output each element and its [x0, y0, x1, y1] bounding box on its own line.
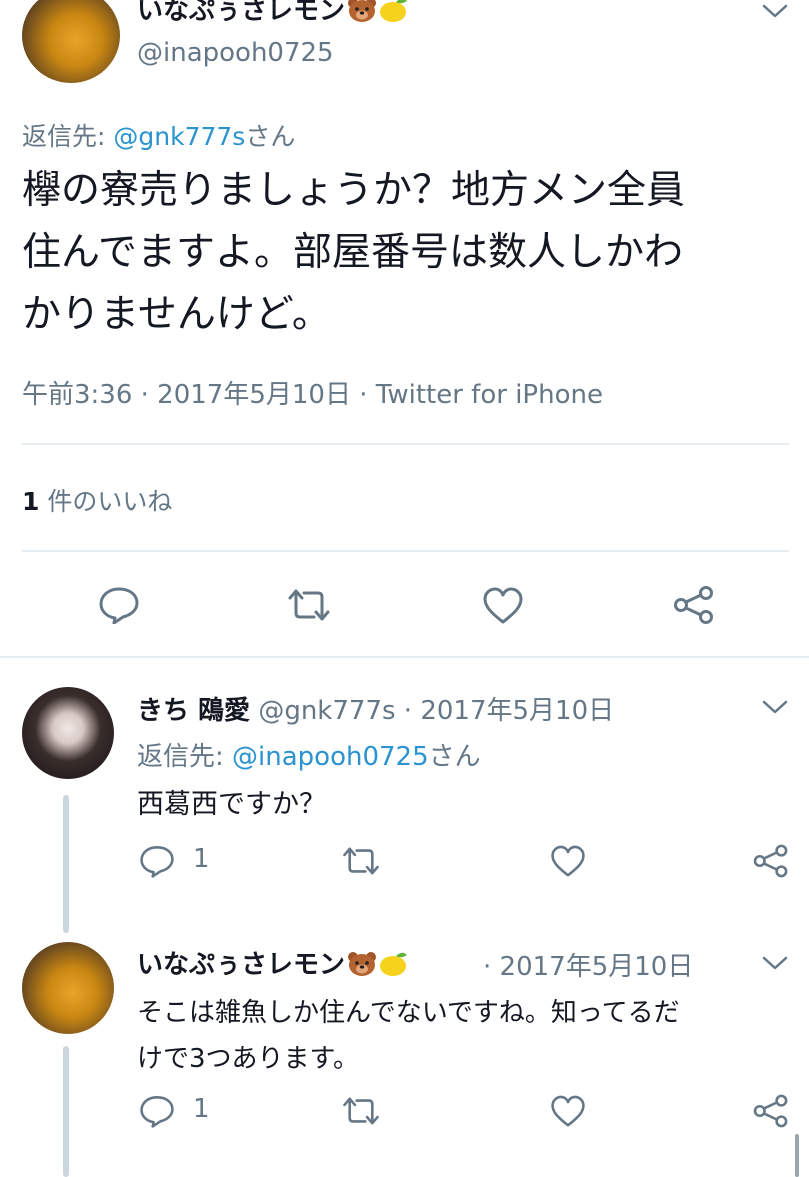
- divider: [0, 656, 809, 658]
- avatar[interactable]: [22, 687, 114, 779]
- reply-count: 1: [193, 1094, 210, 1124]
- lemon-emoji: [377, 0, 409, 24]
- avatar[interactable]: [22, 942, 114, 1034]
- chevron-down-icon[interactable]: [762, 4, 788, 20]
- reply-icon[interactable]: [98, 586, 140, 624]
- reply-to-link[interactable]: @gnk777s: [113, 122, 245, 151]
- divider: [22, 550, 789, 552]
- handle[interactable]: @inapooh0725: [137, 38, 334, 68]
- reply-count: 1: [193, 844, 210, 874]
- retweet-icon[interactable]: [341, 846, 381, 876]
- retweet-icon[interactable]: [286, 588, 332, 622]
- tweet-text: 欅の寮売りましょうか？地方メン全員 住んでますよ。部屋番号は数人しかわ かりませ…: [22, 168, 686, 337]
- bear-emoji: [347, 951, 377, 977]
- scrollbar[interactable]: [795, 1134, 799, 1177]
- bear-emoji: [347, 0, 377, 23]
- tweet-header: きち 鴎愛 @gnk777s · 2017年5月10日: [137, 696, 615, 726]
- tweet-text: 西葛西ですか？: [137, 789, 326, 820]
- divider: [22, 443, 789, 445]
- thread-line: [63, 795, 69, 933]
- tweet-date[interactable]: · 2017年5月10日: [483, 946, 693, 983]
- like-icon[interactable]: [550, 1095, 586, 1128]
- display-name[interactable]: いなぷぅさレモン: [137, 0, 409, 28]
- share-icon[interactable]: [752, 1093, 790, 1129]
- reply-context: 返信先: @inapooh0725さん: [137, 742, 481, 772]
- share-icon[interactable]: [672, 585, 716, 625]
- reply-to-link[interactable]: @inapooh0725: [232, 742, 429, 772]
- reply-context: 返信先: @gnk777sさん: [22, 122, 296, 151]
- thread-line: [63, 1046, 69, 1177]
- retweet-icon[interactable]: [341, 1096, 381, 1126]
- like-icon[interactable]: [550, 845, 586, 878]
- likes-count[interactable]: 1 件のいいね: [22, 482, 172, 518]
- tweet-header: いなぷぅさレモン: [137, 944, 409, 981]
- tweet-text: そこは雑魚しか住んでないですね。知ってるだ けで3つあります。: [137, 998, 680, 1074]
- reply-icon[interactable]: [139, 1094, 175, 1128]
- avatar[interactable]: [22, 0, 120, 83]
- chevron-down-icon[interactable]: [762, 700, 788, 716]
- share-icon[interactable]: [752, 843, 790, 879]
- lemon-emoji: [377, 950, 409, 978]
- reply-icon[interactable]: [139, 844, 175, 878]
- tweet-meta[interactable]: 午前3:36 · 2017年5月10日 · Twitter for iPhone: [22, 374, 603, 411]
- like-icon[interactable]: [482, 587, 524, 625]
- chevron-down-icon[interactable]: [762, 956, 788, 972]
